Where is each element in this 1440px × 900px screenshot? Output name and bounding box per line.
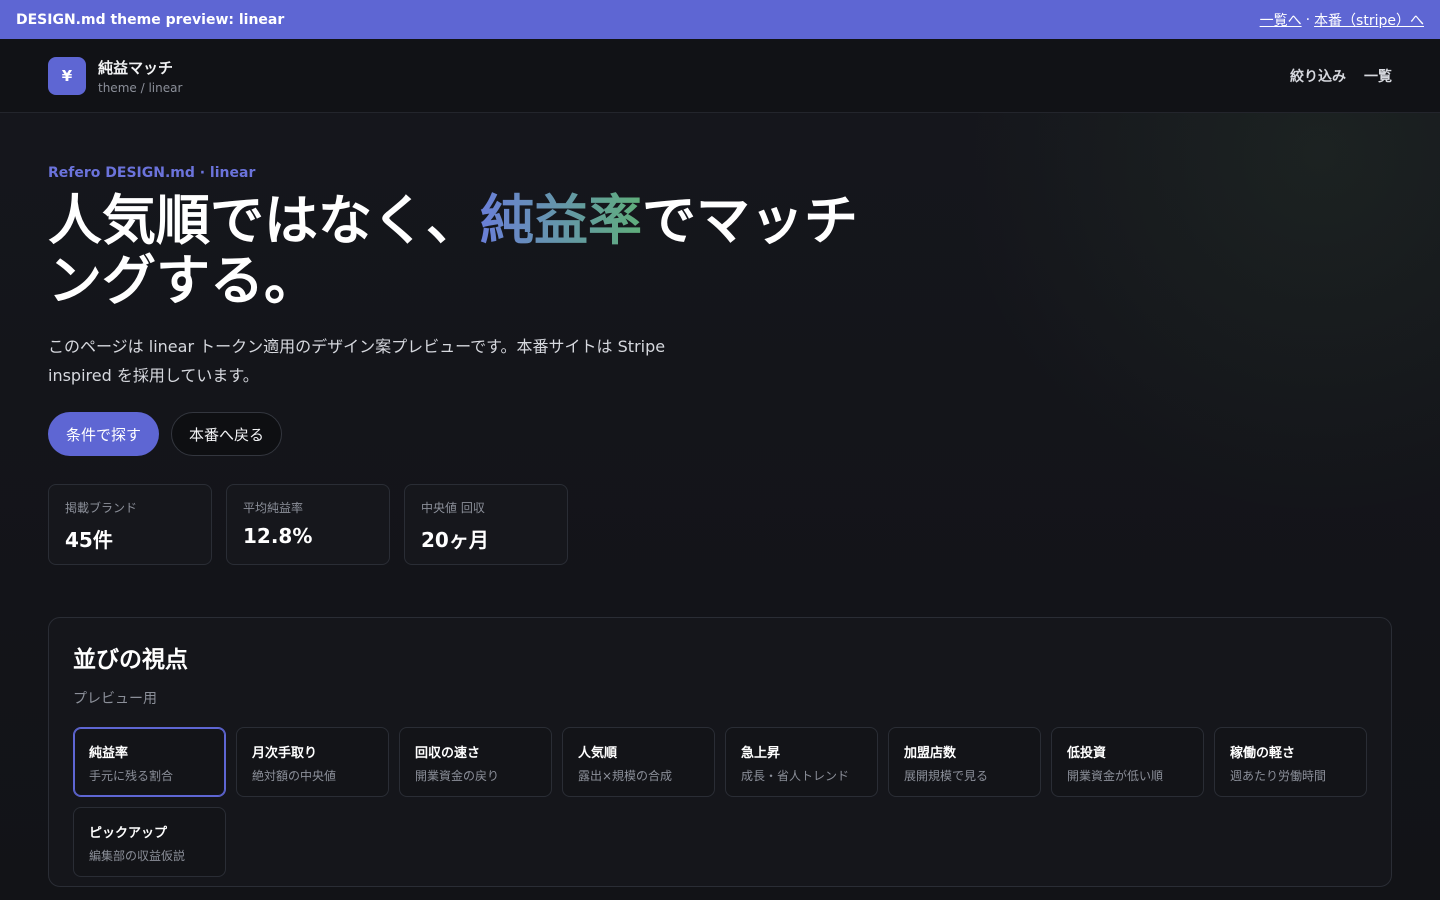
option-desc: 週あたり労働時間	[1230, 769, 1327, 783]
stat-card: 平均純益率 12.8%	[226, 484, 390, 565]
list-link[interactable]: 一覧へ	[1260, 10, 1302, 30]
nav-filter[interactable]: 絞り込み	[1290, 66, 1346, 86]
panel-title: 並びの視点	[73, 647, 188, 673]
sort-option-store-count[interactable]: 加盟店数 展開規模で見る	[888, 727, 1041, 797]
option-title: 低投資	[1067, 746, 1107, 761]
stat-value: 20ヶ月	[421, 528, 489, 552]
option-desc: 成長・省人トレンド	[741, 769, 850, 783]
brand-name: 純益マッチ	[98, 58, 174, 77]
sort-option-monthly-take-home[interactable]: 月次手取り 絶対額の中央値	[236, 727, 389, 797]
main-nav: 絞り込み 一覧	[1290, 66, 1392, 86]
link-separator: ·	[1305, 11, 1311, 28]
option-desc: 開業資金の戻り	[415, 769, 500, 783]
preview-title: DESIGN.md theme preview: linear	[16, 11, 285, 28]
hero-section: Refero DESIGN.md · linear 人気順ではなく、純益率でマッ…	[0, 113, 1440, 900]
yen-logo-icon: ¥	[48, 56, 86, 95]
option-desc: 編集部の収益仮説	[89, 849, 186, 863]
brand-text: 純益マッチ theme / linear	[98, 57, 182, 95]
sort-option-trending[interactable]: 急上昇 成長・省人トレンド	[725, 727, 878, 797]
option-title: 稼働の軽さ	[1230, 746, 1296, 761]
stat-label: 平均純益率	[243, 501, 304, 515]
stat-value: 45件	[65, 528, 113, 552]
option-desc: 絶対額の中央値	[252, 769, 337, 783]
stat-label: 中央値 回収	[421, 501, 485, 515]
sort-perspective-panel: 並びの視点 プレビュー用 純益率 手元に残る割合 月次手取り 絶対額の中央値 回…	[48, 617, 1392, 887]
brand-subtitle: theme / linear	[98, 80, 183, 95]
sort-options: 純益率 手元に残る割合 月次手取り 絶対額の中央値 回収の速さ 開業資金の戻り …	[73, 727, 1367, 877]
option-title: 純益率	[89, 746, 129, 761]
stat-card: 掲載ブランド 45件	[48, 484, 212, 565]
brand[interactable]: ¥ 純益マッチ theme / linear	[48, 56, 182, 95]
panel-subtitle: プレビュー用	[73, 691, 157, 707]
option-title: 回収の速さ	[415, 746, 481, 761]
option-title: ピックアップ	[89, 826, 168, 841]
hero-actions: 条件で探す 本番へ戻る	[48, 412, 283, 456]
option-desc: 開業資金が低い順	[1067, 769, 1164, 783]
back-to-production-button[interactable]: 本番へ戻る	[171, 412, 283, 456]
theme-preview-bar: DESIGN.md theme preview: linear 一覧へ · 本番…	[0, 0, 1440, 39]
sort-option-payback-speed[interactable]: 回収の速さ 開業資金の戻り	[399, 727, 552, 797]
option-title: 急上昇	[741, 746, 781, 761]
sort-option-light-workload[interactable]: 稼働の軽さ 週あたり労働時間	[1214, 727, 1367, 797]
lead-text: このページは linear トークン適用のデザイン案プレビューです。本番サイトは…	[48, 337, 666, 385]
option-title: 人気順	[578, 746, 618, 761]
preview-links: 一覧へ · 本番（stripe）へ	[1260, 10, 1424, 30]
option-title: 加盟店数	[904, 746, 957, 761]
search-conditions-button[interactable]: 条件で探す	[48, 412, 160, 456]
sort-option-low-investment[interactable]: 低投資 開業資金が低い順	[1051, 727, 1204, 797]
sort-option-pickup[interactable]: ピックアップ 編集部の収益仮説	[73, 807, 226, 877]
production-link[interactable]: 本番（stripe）へ	[1314, 10, 1424, 30]
option-desc: 露出×規模の合成	[578, 769, 673, 783]
sort-option-popularity[interactable]: 人気順 露出×規模の合成	[562, 727, 715, 797]
site-header: ¥ 純益マッチ theme / linear 絞り込み 一覧	[0, 39, 1440, 113]
stat-card: 中央値 回収 20ヶ月	[404, 484, 568, 565]
stat-value: 12.8%	[243, 524, 313, 548]
option-desc: 手元に残る割合	[89, 769, 174, 783]
stat-label: 掲載ブランド	[65, 501, 138, 515]
option-desc: 展開規模で見る	[904, 769, 989, 783]
eyebrow: Refero DESIGN.md · linear	[48, 165, 256, 181]
option-title: 月次手取り	[252, 746, 318, 761]
nav-list[interactable]: 一覧	[1364, 66, 1392, 86]
stats-row: 掲載ブランド 45件 平均純益率 12.8% 中央値 回収 20ヶ月	[48, 484, 568, 565]
sort-option-net-margin[interactable]: 純益率 手元に残る割合	[73, 727, 226, 797]
headline-accent: 純益率	[480, 189, 642, 252]
page-title: 人気順ではなく、純益率でマッチングする。	[48, 191, 908, 311]
headline-pre: 人気順ではなく、	[48, 189, 480, 252]
